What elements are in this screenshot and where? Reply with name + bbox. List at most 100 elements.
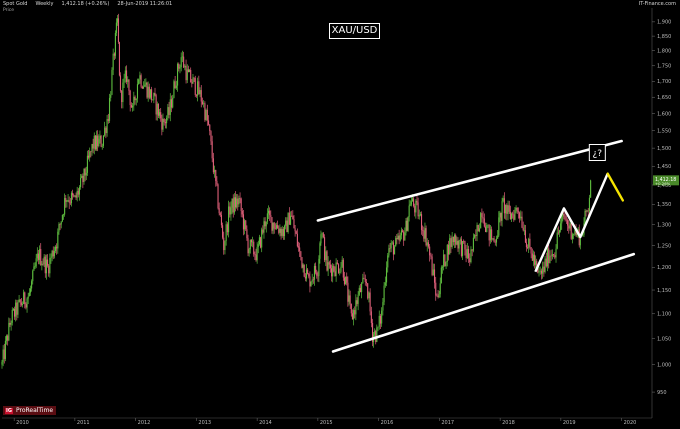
candle-body: [178, 63, 180, 69]
candle-body: [363, 277, 365, 279]
candle-body: [270, 215, 272, 218]
candle-body: [508, 205, 510, 212]
candle-body: [80, 177, 82, 188]
x-tick-label: 2017: [441, 420, 454, 425]
candle-body: [229, 206, 231, 215]
candle-body: [587, 210, 589, 212]
candle-body: [584, 211, 586, 224]
candle-body: [249, 239, 251, 250]
candle-body: [307, 269, 309, 275]
candle-body: [134, 96, 136, 101]
candle-body: [206, 109, 208, 121]
candle-body: [26, 298, 28, 308]
candle-body: [59, 224, 61, 225]
candle-body: [557, 232, 559, 234]
candle-body: [265, 221, 267, 227]
candle-body: [523, 230, 525, 231]
candle-body: [335, 262, 337, 277]
candle-body: [155, 95, 157, 115]
candle-body: [304, 276, 306, 279]
candle-body: [4, 340, 6, 359]
candle-body: [585, 211, 587, 212]
candle-body: [405, 220, 407, 233]
candle-body: [467, 249, 470, 259]
candle-body: [262, 229, 264, 233]
candle-body: [532, 254, 535, 261]
candle-body: [144, 84, 146, 87]
candle-body: [64, 198, 66, 215]
y-axis: 950 1,000 1,050 1,100 1,150 1,200 1,250 1,300 1,…: [652, 20, 671, 396]
candle-body: [39, 249, 41, 260]
candle-body: [524, 230, 526, 243]
candle-body: [18, 299, 20, 302]
candle-body: [555, 248, 557, 258]
candle-body: [81, 175, 83, 178]
candle-body: [424, 228, 426, 239]
candle-body: [167, 107, 169, 118]
proreal-time-logo: IG ProRealTime: [3, 406, 57, 415]
candle-body: [271, 217, 273, 231]
candle-body: [466, 249, 468, 258]
candle-body: [2, 349, 4, 362]
candle-body: [586, 210, 588, 212]
candle-body: [445, 262, 447, 267]
candle-body: [399, 235, 401, 241]
candle-body: [113, 53, 115, 56]
candle-body: [521, 216, 523, 228]
candle-body: [300, 251, 302, 258]
candle-body: [475, 235, 477, 237]
candle-body: [516, 207, 518, 212]
candle-body: [534, 254, 536, 265]
candle-body: [83, 168, 85, 183]
candle-body: [118, 42, 120, 76]
candle-body: [138, 79, 140, 85]
candle-body: [503, 198, 505, 214]
candle-body: [189, 69, 191, 73]
candle-body: [538, 271, 540, 273]
candle-body: [212, 158, 214, 173]
candle-body: [460, 239, 462, 256]
candle-body: [329, 264, 331, 269]
candle-body: [191, 82, 193, 84]
candle-body: [510, 213, 513, 219]
candle-body: [337, 264, 340, 273]
candle-body: [408, 205, 410, 217]
y-tick-label: 1,750: [657, 64, 671, 70]
candle-body: [45, 259, 47, 274]
candle-body: [440, 267, 442, 284]
candle-body: [407, 216, 409, 231]
candle-body: [133, 96, 135, 106]
candle-body: [89, 151, 91, 158]
candle-body: [90, 151, 92, 152]
candle-body: [136, 84, 139, 99]
candle-body: [260, 237, 262, 248]
candle-body: [246, 229, 248, 239]
candle-body: [563, 213, 565, 216]
candle-body: [546, 248, 549, 267]
candle-body: [451, 236, 453, 247]
candle-body: [367, 283, 369, 299]
candle-body: [432, 269, 434, 276]
candle-body: [384, 282, 386, 286]
channel-lines: [316, 139, 636, 353]
x-tick-label: 2019: [563, 420, 576, 425]
candle-body: [331, 268, 333, 277]
candle-body: [201, 101, 204, 104]
candle-body: [97, 135, 99, 147]
candle-body: [543, 266, 545, 272]
candle-body: [177, 63, 179, 86]
x-axis: 2010 2011 2012 2013 2014 2015 2016 2017 2018 2019…: [13, 418, 636, 426]
candle-body: [561, 216, 563, 224]
candle-body: [354, 310, 356, 315]
candle-body: [166, 117, 168, 124]
candle-body: [116, 18, 118, 23]
candle-body: [436, 295, 438, 297]
candle-body: [506, 204, 508, 214]
candle-body: [245, 220, 247, 230]
candle-body: [218, 208, 220, 214]
candle-body: [549, 255, 551, 264]
candle-body: [151, 89, 153, 100]
instrument-name: Spot Gold: [3, 1, 28, 7]
candle-body: [275, 225, 278, 229]
candle-body: [317, 275, 319, 277]
